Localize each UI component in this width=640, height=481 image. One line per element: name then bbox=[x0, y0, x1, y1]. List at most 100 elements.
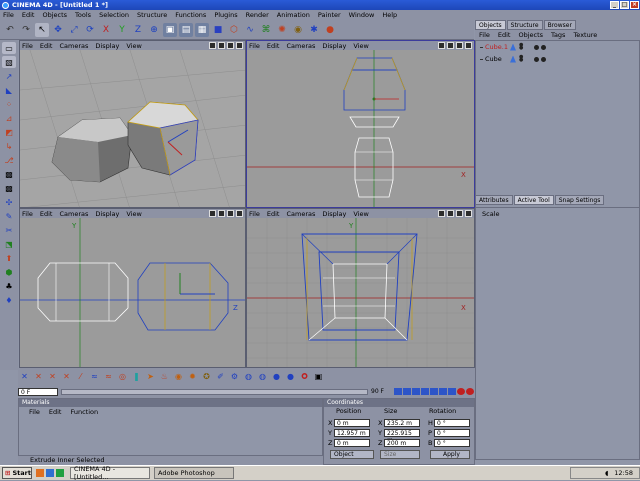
scale-icon[interactable]: ⤢ bbox=[67, 23, 81, 37]
menu-tools[interactable]: Tools bbox=[75, 11, 91, 19]
menu-functions[interactable]: Functions bbox=[175, 11, 206, 19]
object-menu-texture[interactable]: Texture bbox=[573, 31, 597, 39]
use-edges-tool-icon[interactable]: ⊿ bbox=[2, 112, 16, 124]
viewport-front[interactable]: File Edit Cameras Display View Y X bbox=[246, 208, 475, 368]
size-mode-dropdown[interactable]: Size bbox=[380, 450, 420, 459]
undo-icon[interactable]: ↶ bbox=[3, 23, 17, 37]
viewport-zoom-icon[interactable] bbox=[218, 42, 225, 49]
menu-painter[interactable]: Painter bbox=[318, 11, 341, 19]
menu-edit[interactable]: Edit bbox=[22, 11, 35, 19]
position-y-field[interactable]: 12.957 m bbox=[334, 428, 370, 437]
rotation-b-field[interactable]: 0 ° bbox=[434, 438, 470, 447]
hair-tool-icon[interactable]: ❚ bbox=[130, 370, 143, 383]
use-points-tool-icon[interactable]: ⁘ bbox=[2, 98, 16, 110]
menu-structure[interactable]: Structure bbox=[137, 11, 167, 19]
start-button[interactable]: ⊞ Start bbox=[2, 467, 32, 479]
prev-frame-icon[interactable] bbox=[412, 388, 420, 395]
viewport-rotate-icon[interactable] bbox=[456, 42, 463, 49]
task-cinema4d[interactable]: CINEMA 4D - [Untitled... bbox=[70, 465, 150, 481]
axis-y-icon[interactable]: Y bbox=[115, 23, 129, 37]
quicklaunch-media-icon[interactable] bbox=[56, 469, 64, 477]
viewport-menu-display[interactable]: Display bbox=[322, 210, 346, 218]
thinking-particles-icon[interactable]: ✪ bbox=[200, 370, 213, 383]
texture-tag-icon[interactable] bbox=[541, 56, 546, 62]
paint-tool-icon[interactable]: ♣ bbox=[2, 280, 16, 292]
texture-tag-icon[interactable] bbox=[541, 44, 546, 50]
viewport-menu-edit[interactable]: Edit bbox=[267, 42, 280, 50]
materials-menu-file[interactable]: File bbox=[29, 408, 40, 416]
viewport-maximize-icon[interactable] bbox=[465, 42, 472, 49]
checkerboard-uv-icon[interactable]: ▩ bbox=[2, 182, 16, 194]
dynamics-icon[interactable]: ✹ bbox=[186, 370, 199, 383]
goto-end-icon[interactable] bbox=[448, 388, 456, 395]
menu-file[interactable]: File bbox=[3, 11, 14, 19]
menu-plugins[interactable]: Plugins bbox=[214, 11, 237, 19]
sphere-render-icon[interactable]: ◍ bbox=[242, 370, 255, 383]
bevel-tool-icon[interactable]: ⬔ bbox=[2, 238, 16, 250]
phong-tag-icon[interactable] bbox=[534, 56, 539, 62]
keyframe-scale-icon[interactable]: ✕ bbox=[32, 370, 45, 383]
keyframe-param-icon[interactable]: ✕ bbox=[60, 370, 73, 383]
rotation-p-field[interactable]: 0 ° bbox=[434, 428, 470, 437]
keyframe-point-icon[interactable]: ⁄ bbox=[74, 370, 87, 383]
quicklaunch-desktop-icon[interactable] bbox=[46, 469, 54, 477]
viewport-menu-file[interactable]: File bbox=[22, 210, 33, 218]
next-key-icon[interactable] bbox=[439, 388, 447, 395]
render-view-icon[interactable]: ▣ bbox=[163, 22, 177, 37]
effector-icon[interactable]: ♨ bbox=[158, 370, 171, 383]
coordinate-system-icon[interactable]: ⊕ bbox=[147, 23, 161, 37]
object-mode-dropdown[interactable]: Object bbox=[330, 450, 374, 459]
script-icon[interactable]: 🞉 bbox=[298, 370, 311, 383]
object-name[interactable]: Cube bbox=[485, 55, 502, 63]
keyframe-position-icon[interactable]: ✕ bbox=[18, 370, 31, 383]
use-polygons-tool-icon[interactable]: ◩ bbox=[2, 126, 16, 138]
viewport-zoom-icon[interactable] bbox=[218, 210, 225, 217]
play-icon[interactable] bbox=[421, 388, 429, 395]
viewport-menu-view[interactable]: View bbox=[353, 210, 368, 218]
task-photoshop[interactable]: Adobe Photoshop bbox=[154, 467, 234, 479]
scene-icon[interactable]: ✺ bbox=[275, 23, 289, 37]
menu-selection[interactable]: Selection bbox=[99, 11, 129, 19]
tab-objects[interactable]: Objects bbox=[475, 20, 506, 30]
prev-key-icon[interactable] bbox=[403, 388, 411, 395]
viewport-side[interactable]: File Edit Cameras Display View Y Z bbox=[19, 208, 246, 368]
menu-render[interactable]: Render bbox=[246, 11, 269, 19]
viewport-menu-cameras[interactable]: Cameras bbox=[59, 42, 88, 50]
object-row-cube[interactable]: Cube ● ● bbox=[476, 53, 639, 65]
size-y-field[interactable]: 225.915 m bbox=[384, 428, 420, 444]
maximize-button[interactable]: □ bbox=[620, 1, 629, 9]
position-x-field[interactable]: 0 m bbox=[334, 418, 370, 427]
axis-x-icon[interactable]: X bbox=[99, 23, 113, 37]
tab-browser[interactable]: Browser bbox=[543, 20, 576, 30]
move-icon[interactable]: ✥ bbox=[51, 23, 65, 37]
viewport-menu-view[interactable]: View bbox=[126, 42, 141, 50]
magnet-tool-icon[interactable]: ✣ bbox=[2, 196, 16, 208]
redo-icon[interactable]: ↷ bbox=[19, 23, 33, 37]
axis-z-icon[interactable]: Z bbox=[131, 23, 145, 37]
object-row-cube-1[interactable]: Cube.1 ● ● bbox=[476, 41, 639, 53]
tangent-icon[interactable]: ◎ bbox=[116, 370, 129, 383]
light-icon[interactable]: ✱ bbox=[307, 23, 321, 37]
extrude-tool-icon[interactable]: ⬆ bbox=[2, 252, 16, 264]
path-tool-icon[interactable]: ≈ bbox=[88, 370, 101, 383]
save-icon[interactable]: ▣ bbox=[312, 370, 325, 383]
viewport-zoom-icon[interactable] bbox=[447, 42, 454, 49]
visibility-dots-icon[interactable]: ● ● bbox=[519, 43, 523, 51]
viewport-menu-edit[interactable]: Edit bbox=[40, 210, 53, 218]
menu-help[interactable]: Help bbox=[382, 11, 397, 19]
viewport-menu-edit[interactable]: Edit bbox=[267, 210, 280, 218]
cube-primitive-icon[interactable]: ■ bbox=[211, 23, 225, 37]
tab-active-tool[interactable]: Active Tool bbox=[513, 195, 554, 205]
nurbs-icon[interactable]: ⬡ bbox=[227, 23, 241, 37]
materials-menu-edit[interactable]: Edit bbox=[49, 408, 62, 416]
menu-objects[interactable]: Objects bbox=[42, 11, 67, 19]
viewport-zoom-icon[interactable] bbox=[447, 210, 454, 217]
keyframe-rotation-icon[interactable]: ✕ bbox=[46, 370, 59, 383]
autokey-icon[interactable] bbox=[466, 388, 474, 395]
apply-button[interactable]: Apply bbox=[430, 450, 470, 459]
sphere-blue-icon[interactable]: ● bbox=[270, 370, 283, 383]
viewport-menu-file[interactable]: File bbox=[22, 42, 33, 50]
sphere-dark-icon[interactable]: ● bbox=[284, 370, 297, 383]
spline-icon[interactable]: ∿ bbox=[243, 23, 257, 37]
tweak-mode-icon[interactable]: ⎇ bbox=[2, 154, 16, 166]
